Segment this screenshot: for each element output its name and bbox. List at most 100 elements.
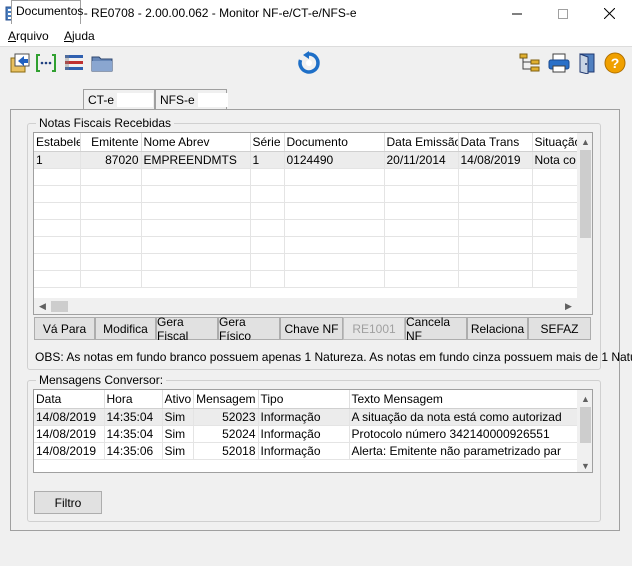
toolbar: ? — [0, 46, 632, 79]
cell-texto-mensagem: Alerta: Emitente não parametrizado par — [349, 442, 578, 460]
cell-tipo: Informação — [258, 408, 350, 426]
bracket-code-button[interactable] — [34, 51, 58, 75]
menu-ajuda-mnemonic: A — [64, 29, 73, 43]
menu-ajuda-label: juda — [72, 29, 95, 43]
close-icon — [603, 8, 615, 19]
col-estabelec[interactable]: Estabelec — [34, 133, 81, 152]
notas-fiscais-legend: Notas Fiscais Recebidas — [39, 116, 172, 130]
notas-vscroll[interactable]: ▲ — [577, 133, 592, 298]
mensagens-header-row: Data Hora Ativo Mensagem Tipo Texto Mens… — [34, 390, 578, 409]
sefaz-button[interactable]: SEFAZ — [528, 317, 591, 340]
col-hora[interactable]: Hora — [104, 390, 163, 409]
printer-icon — [548, 53, 570, 73]
va-para-button[interactable]: Vá Para — [34, 317, 95, 340]
menu-arquivo-mnemonic: A — [8, 29, 17, 43]
list-edit-button[interactable] — [62, 51, 86, 75]
cell-hora: 14:35:06 — [104, 442, 163, 460]
cell-situacao: Nota co — [532, 151, 580, 169]
scroll-left-arrow-icon[interactable]: ◀ — [34, 298, 51, 314]
col-mensagem[interactable]: Mensagem — [193, 390, 259, 409]
mensagens-legend: Mensagens Conversor: — [39, 373, 164, 387]
cell-serie: 1 — [250, 151, 285, 169]
scroll-up-arrow-icon[interactable]: ▲ — [577, 133, 592, 150]
re1001-button: RE1001 — [343, 317, 405, 340]
cell-emitente: 87020 — [80, 151, 142, 169]
import-doc-icon — [10, 53, 30, 73]
cell-hora: 14:35:04 — [104, 408, 163, 426]
col-nome-abrev[interactable]: Nome Abrev — [141, 133, 251, 152]
col-texto-mensagem[interactable]: Texto Mensagem — [349, 390, 578, 409]
close-button[interactable] — [586, 0, 632, 27]
empty-row — [34, 253, 580, 271]
notas-header-row: Estabelec Emitente Nome Abrev Série Docu… — [34, 133, 580, 152]
col-serie[interactable]: Série — [250, 133, 285, 152]
cell-data: 14/08/2019 — [34, 408, 105, 426]
scroll-right-arrow-icon[interactable]: ▶ — [560, 298, 577, 314]
mensagens-vscroll-thumb[interactable] — [580, 407, 591, 443]
filtro-button[interactable]: Filtro — [34, 491, 102, 514]
col-data[interactable]: Data — [34, 390, 105, 409]
maximize-button[interactable] — [540, 0, 586, 27]
cell-hora: 14:35:04 — [104, 425, 163, 443]
table-row[interactable]: 14/08/2019 14:35:04 Sim 52023 Informação… — [34, 408, 578, 426]
scroll-up-arrow-icon[interactable]: ▲ — [577, 390, 592, 407]
empty-row — [34, 219, 580, 237]
col-tipo[interactable]: Tipo — [258, 390, 350, 409]
table-row[interactable]: 1 87020 EMPREENDMTS 1 0124490 20/11/2014… — [34, 151, 580, 169]
menu-ajuda[interactable]: Ajuda — [64, 29, 95, 43]
folder-button[interactable] — [90, 51, 114, 75]
cell-texto-mensagem: Protocolo número 342140000926551 — [349, 425, 578, 443]
tree-button[interactable] — [518, 51, 542, 75]
menu-bar: Arquivo Ajuda — [0, 27, 632, 46]
tab-cte[interactable]: CT-e — [83, 89, 155, 109]
menu-arquivo-label: rquivo — [16, 29, 49, 43]
cell-ativo: Sim — [162, 442, 194, 460]
refresh-button[interactable] — [297, 51, 321, 75]
col-data-trans[interactable]: Data Trans — [458, 133, 533, 152]
notas-vscroll-thumb[interactable] — [580, 150, 591, 238]
help-icon: ? — [604, 52, 626, 74]
tab-documentos-label: Documentos — [16, 4, 84, 18]
exit-door-icon — [579, 53, 595, 74]
mensagens-table[interactable]: Data Hora Ativo Mensagem Tipo Texto Mens… — [33, 389, 593, 473]
cell-ativo: Sim — [162, 425, 194, 443]
table-row[interactable]: 14/08/2019 14:35:04 Sim 52024 Informação… — [34, 425, 578, 443]
relaciona-button[interactable]: Relaciona — [467, 317, 528, 340]
print-button[interactable] — [547, 51, 571, 75]
chave-nf-button[interactable]: Chave NF — [280, 317, 343, 340]
cancela-nf-button[interactable]: Cancela NF — [405, 315, 467, 343]
empty-row — [34, 270, 580, 288]
refresh-icon — [298, 51, 320, 74]
menu-arquivo[interactable]: Arquivo — [8, 29, 49, 43]
cell-estabelec: 1 — [34, 151, 81, 169]
cell-data-trans: 14/08/2019 — [458, 151, 533, 169]
cell-mensagem: 52024 — [193, 425, 259, 443]
cell-tipo: Informação — [258, 425, 350, 443]
col-emitente[interactable]: Emitente — [80, 133, 142, 152]
cell-documento: 0124490 — [284, 151, 385, 169]
cell-data: 14/08/2019 — [34, 425, 105, 443]
mensagens-vscroll[interactable]: ▲ ▼ — [577, 390, 592, 472]
col-data-emissao[interactable]: Data Emissão — [384, 133, 459, 152]
import-doc-button[interactable] — [8, 51, 32, 75]
help-button[interactable]: ? — [603, 51, 627, 75]
exit-button[interactable] — [575, 51, 599, 75]
tab-nfse[interactable]: NFS-e — [155, 89, 228, 109]
modifica-button[interactable]: Modifica — [95, 317, 156, 340]
notas-hscroll[interactable]: ◀ ▶ — [34, 298, 592, 314]
folder-icon — [91, 56, 113, 72]
notas-table[interactable]: Estabelec Emitente Nome Abrev Série Docu… — [33, 132, 593, 315]
cell-mensagem: 52023 — [193, 408, 259, 426]
title-bar: 06.9.5629 - RE0708 - 2.00.00.062 - Monit… — [0, 0, 632, 27]
gera-fisico-button[interactable]: Gera Físico — [218, 315, 280, 343]
gera-fiscal-button[interactable]: Gera Fiscal — [156, 315, 218, 343]
col-documento[interactable]: Documento — [284, 133, 385, 152]
notas-hscroll-thumb[interactable] — [51, 301, 68, 312]
scroll-down-arrow-icon[interactable]: ▼ — [577, 457, 592, 472]
col-situacao[interactable]: Situação — [532, 133, 580, 152]
list-edit-icon — [65, 55, 83, 70]
minimize-button[interactable] — [494, 0, 540, 27]
tab-documentos[interactable]: Documentos — [11, 0, 84, 24]
table-row[interactable]: 14/08/2019 14:35:06 Sim 52018 Informação… — [34, 442, 578, 460]
col-ativo[interactable]: Ativo — [162, 390, 194, 409]
